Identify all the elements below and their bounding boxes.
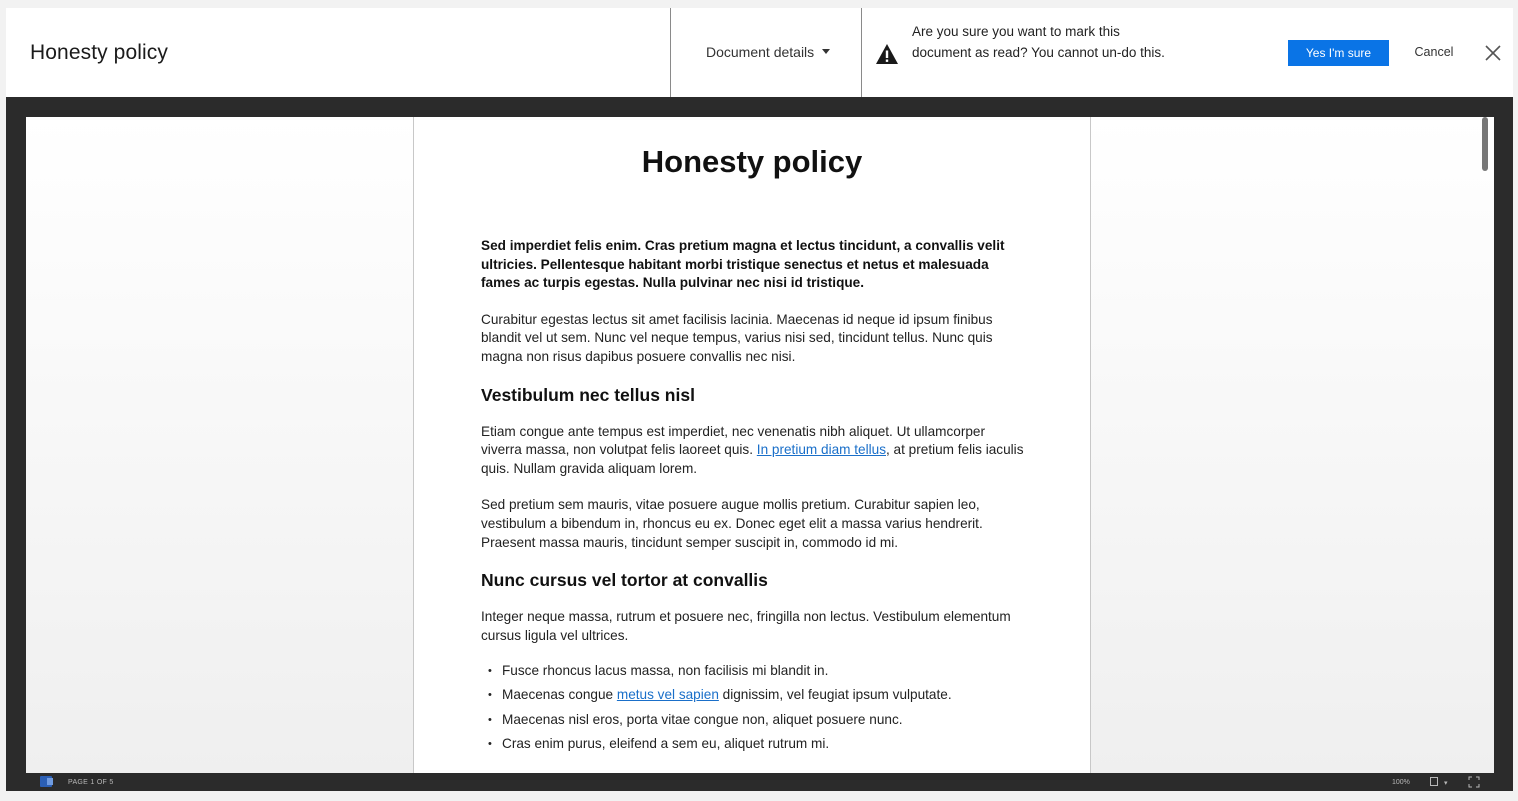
section-heading: Nunc cursus vel tortor at convallis [481, 570, 768, 591]
viewer-canvas: Honesty policy Sed imperdiet felis enim.… [26, 117, 1494, 773]
paragraph: Curabitur egestas lectus sit amet facili… [481, 311, 993, 364]
yes-im-sure-button[interactable]: Yes I'm sure [1288, 40, 1389, 66]
list-item: Maecenas nisl eros, porta vitae congue n… [481, 711, 1026, 730]
paragraph: Integer neque massa, rutrum et posuere n… [481, 609, 1011, 643]
bullet-list: Fusce rhoncus lacus massa, non facilisis… [481, 662, 1026, 753]
document-title: Honesty policy [641, 144, 863, 179]
chevron-down-icon[interactable]: ▾ [1444, 779, 1448, 787]
list-item: Maecenas congue metus vel sapien digniss… [481, 686, 1026, 705]
paragraph: Sed pretium sem mauris, vitae posuere au… [481, 497, 983, 550]
document-viewer: Honesty policy Sed imperdiet felis enim.… [6, 97, 1513, 791]
warning-triangle-icon [876, 44, 898, 64]
page-indicator: PAGE 1 OF 5 [68, 779, 114, 786]
view-mode-icon[interactable] [1430, 777, 1438, 786]
document-details-label: Document details [706, 44, 815, 60]
list-item-text: Maecenas congue [502, 687, 617, 703]
list-item: Cras enim purus, eleifend a sem eu, aliq… [481, 735, 1026, 754]
app-title: Honesty policy [30, 41, 168, 64]
section-heading: Vestibulum nec tellus nisl [481, 384, 695, 405]
confirm-message: Are you sure you want to mark this docum… [912, 24, 1165, 60]
cancel-button[interactable]: Cancel [1402, 45, 1466, 59]
fullscreen-icon[interactable] [1468, 776, 1480, 788]
list-item: Fusce rhoncus lacus massa, non facilisis… [481, 662, 1026, 681]
close-icon[interactable] [1482, 42, 1504, 64]
document-page: Honesty policy Sed imperdiet felis enim.… [413, 117, 1091, 773]
inline-link[interactable]: In pretium diam tellus [757, 442, 886, 457]
document-details-dropdown[interactable]: Document details [706, 44, 831, 60]
zoom-level: 100% [1392, 779, 1410, 786]
word-icon [40, 776, 53, 787]
paragraph: Etiam congue ante tempus est imperdiet, … [481, 423, 1026, 479]
status-bar: PAGE 1 OF 5 100% ▾ [26, 773, 1494, 791]
header-divider [861, 8, 862, 97]
list-item-text: dignissim, vel feugiat ipsum vulputate. [718, 687, 952, 703]
intro-paragraph: Sed imperdiet felis enim. Cras pretium m… [481, 238, 1005, 291]
header-bar: Honesty policy Document details Are you … [6, 8, 1513, 97]
vertical-scrollbar-thumb[interactable] [1482, 117, 1488, 171]
header-divider [670, 8, 671, 97]
inline-link[interactable]: metus vel sapien [617, 687, 719, 702]
chevron-down-icon [822, 48, 831, 54]
